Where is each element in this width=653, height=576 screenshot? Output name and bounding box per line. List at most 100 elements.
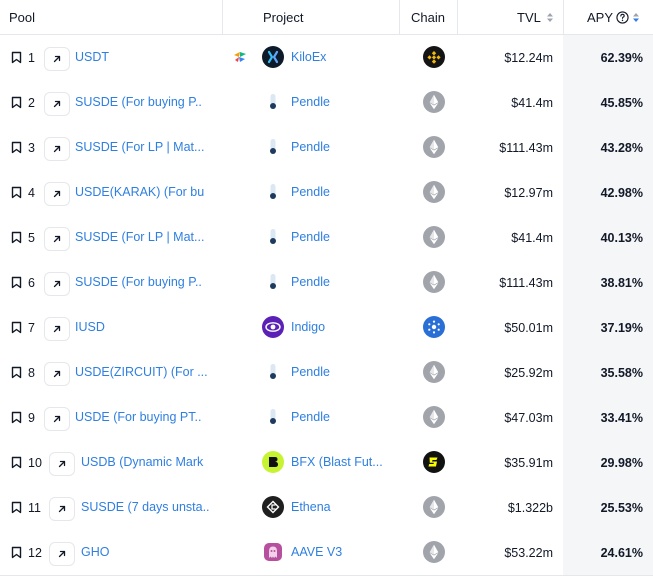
table-row[interactable]: 12 GHO AAVE V3 $53.22m 24.61% — [0, 530, 653, 576]
project-name-link[interactable]: KiloEx — [291, 35, 391, 80]
bookmark-icon[interactable] — [9, 260, 23, 305]
table-header: Pool Project Chain TVL APY — [0, 0, 653, 35]
aave-icon — [262, 541, 284, 563]
table-row[interactable]: 4 USDE(KARAK) (For bu Pendle $12.97m 42.… — [0, 170, 653, 216]
bookmark-icon[interactable] — [9, 350, 23, 395]
project-name-link[interactable]: Pendle — [291, 170, 391, 215]
external-link-icon[interactable] — [44, 317, 70, 341]
ethereum-icon[interactable] — [423, 541, 445, 563]
table-row[interactable]: 1 USDT KiloEx $12.24m 62.39% — [0, 35, 653, 81]
header-pool[interactable]: Pool — [9, 0, 35, 34]
kiloex-icon — [262, 46, 284, 68]
ethereum-icon[interactable] — [423, 136, 445, 158]
bookmark-icon[interactable] — [9, 125, 23, 170]
pool-name-link[interactable]: SUSDE (For LP | Mat... — [75, 125, 212, 170]
external-link-icon[interactable] — [44, 47, 70, 71]
ethereum-icon[interactable] — [423, 181, 445, 203]
row-rank: 3 — [28, 140, 35, 155]
table-row[interactable]: 10 USDB (Dynamic Mark BFX (Blast Fut... … — [0, 440, 653, 486]
project-name-link[interactable]: Pendle — [291, 350, 391, 395]
bookmark-icon[interactable] — [9, 215, 23, 260]
cardano-icon[interactable] — [423, 316, 445, 338]
project-name-link[interactable]: Ethena — [291, 485, 391, 530]
header-tvl: TVL — [517, 9, 541, 25]
project-name-link[interactable]: BFX (Blast Fut... — [291, 440, 391, 485]
header-chain[interactable]: Chain — [411, 0, 445, 34]
table-row[interactable]: 7 IUSD Indigo $50.01m 37.19% — [0, 305, 653, 351]
help-circle-icon[interactable] — [616, 10, 629, 24]
header-apy-group[interactable]: APY — [587, 0, 640, 34]
external-link-icon[interactable] — [44, 407, 70, 431]
bookmark-icon[interactable] — [9, 80, 23, 125]
tvl-value: $35.91m — [504, 455, 553, 470]
table-row[interactable]: 9 USDE (For buying PT.. Pendle $47.03m 3… — [0, 395, 653, 441]
tvl-value: $41.4m — [511, 95, 553, 110]
table-row[interactable]: 5 SUSDE (For LP | Mat... Pendle $41.4m 4… — [0, 215, 653, 261]
bookmark-icon[interactable] — [9, 485, 23, 530]
ethereum-icon[interactable] — [423, 406, 445, 428]
external-link-icon[interactable] — [49, 542, 75, 566]
apy-value: 35.58% — [563, 350, 653, 395]
yield-pools-table: Pool Project Chain TVL APY 1 USDT KiloEx… — [0, 0, 653, 576]
row-rank: 2 — [28, 95, 35, 110]
ethereum-icon[interactable] — [423, 271, 445, 293]
pool-name-link[interactable]: SUSDE (For buying P.. — [75, 260, 212, 305]
bnb-chain-icon[interactable] — [423, 46, 445, 68]
ethereum-icon[interactable] — [423, 361, 445, 383]
pool-name-link[interactable]: SUSDE (For LP | Mat... — [75, 215, 212, 260]
pool-name-link[interactable]: SUSDE (For buying P.. — [75, 80, 212, 125]
pool-name-link[interactable]: USDE(KARAK) (For bu — [75, 170, 212, 215]
ethereum-icon[interactable] — [423, 91, 445, 113]
external-link-icon[interactable] — [44, 227, 70, 251]
pool-name-link[interactable]: USDB (Dynamic Mark — [81, 440, 218, 485]
external-link-icon[interactable] — [49, 452, 75, 476]
pool-name-link[interactable]: SUSDE (7 days unsta.. — [81, 485, 218, 530]
project-name-link[interactable]: AAVE V3 — [291, 530, 391, 575]
table-row[interactable]: 6 SUSDE (For buying P.. Pendle $111.43m … — [0, 260, 653, 306]
project-name-link[interactable]: Pendle — [291, 215, 391, 260]
project-name-link[interactable]: Pendle — [291, 80, 391, 125]
external-link-icon[interactable] — [44, 272, 70, 296]
blast-icon[interactable] — [423, 451, 445, 473]
apy-value: 24.61% — [563, 530, 653, 575]
bookmark-icon[interactable] — [9, 530, 23, 575]
project-name-link[interactable]: Indigo — [291, 305, 391, 350]
apy-value: 38.81% — [563, 260, 653, 305]
table-row[interactable]: 8 USDE(ZIRCUIT) (For ... Pendle $25.92m … — [0, 350, 653, 396]
apy-value: 37.19% — [563, 305, 653, 350]
external-link-icon[interactable] — [44, 137, 70, 161]
external-link-icon[interactable] — [44, 182, 70, 206]
ethereum-icon[interactable] — [423, 496, 445, 518]
tvl-value: $12.24m — [504, 50, 553, 65]
pendle-icon — [262, 271, 284, 293]
external-link-icon[interactable] — [44, 92, 70, 116]
bookmark-icon[interactable] — [9, 170, 23, 215]
ethereum-icon[interactable] — [423, 226, 445, 248]
bookmark-icon[interactable] — [9, 440, 23, 485]
row-rank: 8 — [28, 365, 35, 380]
bookmark-icon[interactable] — [9, 35, 23, 80]
pool-name-link[interactable]: GHO — [81, 530, 141, 575]
pool-name-link[interactable]: USDE(ZIRCUIT) (For ... — [75, 350, 212, 395]
bookmark-icon[interactable] — [9, 305, 23, 350]
bookmark-icon[interactable] — [9, 395, 23, 440]
sort-arrows-icon — [546, 12, 553, 22]
header-project[interactable]: Project — [263, 0, 303, 34]
project-name-link[interactable]: Pendle — [291, 260, 391, 305]
row-rank: 9 — [28, 410, 35, 425]
tvl-value: $111.43m — [499, 140, 553, 155]
external-link-icon[interactable] — [44, 362, 70, 386]
pool-name-link[interactable]: USDE (For buying PT.. — [75, 395, 212, 440]
project-name-link[interactable]: Pendle — [291, 125, 391, 170]
header-tvl-group[interactable]: TVL — [517, 0, 554, 34]
table-row[interactable]: 11 SUSDE (7 days unsta.. Ethena $1.322b … — [0, 485, 653, 531]
tvl-value: $1.322b — [507, 500, 553, 515]
table-row[interactable]: 3 SUSDE (For LP | Mat... Pendle $111.43m… — [0, 125, 653, 171]
table-row[interactable]: 2 SUSDE (For buying P.. Pendle $41.4m 45… — [0, 80, 653, 126]
external-link-icon[interactable] — [49, 497, 75, 521]
project-name-link[interactable]: Pendle — [291, 395, 391, 440]
pool-name-link[interactable]: IUSD — [75, 305, 135, 350]
tvl-value: $25.92m — [504, 365, 553, 380]
apy-value: 29.98% — [563, 440, 653, 485]
pool-name-link[interactable]: USDT — [75, 35, 135, 80]
